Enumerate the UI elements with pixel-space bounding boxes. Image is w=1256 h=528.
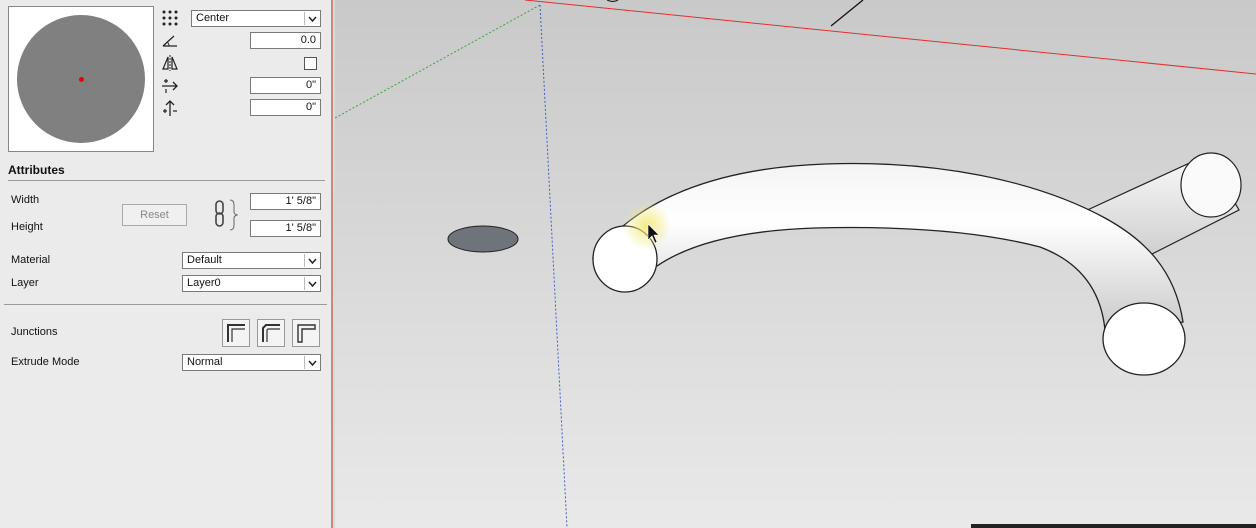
cursor-highlight <box>623 202 671 250</box>
grid-dots-icon <box>162 10 178 26</box>
junction-miter-button[interactable] <box>222 319 250 347</box>
layer-label: Layer <box>11 277 39 289</box>
junctions-divider <box>4 304 327 305</box>
profile-ellipse[interactable] <box>447 225 519 253</box>
path-curve-fragment <box>606 0 619 3</box>
red-axis-line <box>524 0 1256 75</box>
width-input[interactable]: 1' 5/8" <box>250 193 321 210</box>
blue-axis-line <box>539 4 568 528</box>
profile-panel: Center 0.0 0" 0" Attributes Width Height… <box>0 0 333 528</box>
green-axis-line <box>335 4 541 119</box>
link-chain-icon[interactable] <box>212 198 238 232</box>
extrude-mode-value: Normal <box>187 356 223 368</box>
justification-select[interactable]: Center <box>191 10 321 27</box>
junction-butt-button[interactable] <box>292 319 320 347</box>
layer-select[interactable]: Layer0 <box>182 275 321 292</box>
junction-butt-icon <box>297 324 316 343</box>
horizontal-offset-input[interactable]: 0" <box>250 77 321 94</box>
arc-tube-end-cap[interactable] <box>1102 302 1186 376</box>
chevron-down-icon <box>304 277 319 290</box>
junction-miter-icon <box>227 324 245 342</box>
status-strip <box>971 524 1256 528</box>
layer-value: Layer0 <box>187 277 221 289</box>
justification-value: Center <box>196 12 230 24</box>
chevron-down-icon <box>304 12 319 25</box>
arc-tube[interactable] <box>591 162 1184 331</box>
chevron-down-icon <box>304 356 319 369</box>
material-select[interactable]: Default <box>182 252 321 269</box>
rotation-input[interactable]: 0.0 <box>250 32 321 49</box>
scene <box>335 0 1256 528</box>
material-value: Default <box>187 254 222 266</box>
vertical-offset-input[interactable]: 0" <box>250 99 321 116</box>
material-label: Material <box>11 254 51 266</box>
path-line <box>830 0 864 27</box>
extrude-mode-label: Extrude Mode <box>11 356 80 368</box>
height-input[interactable]: 1' 5/8" <box>250 220 321 237</box>
junction-bevel-button[interactable] <box>257 319 285 347</box>
chevron-down-icon <box>304 254 319 267</box>
branch-tube-end-cap[interactable] <box>1180 152 1242 218</box>
horizontal-offset-icon <box>162 79 178 93</box>
junctions-label: Junctions <box>11 326 58 338</box>
modeling-viewport[interactable] <box>335 0 1256 528</box>
angle-icon <box>162 35 177 47</box>
width-label: Width <box>11 194 40 206</box>
height-label: Height <box>11 221 43 233</box>
reset-button[interactable]: Reset <box>122 204 187 226</box>
extrude-mode-select[interactable]: Normal <box>182 354 321 371</box>
mirror-checkbox[interactable] <box>304 57 317 70</box>
junction-bevel-icon <box>262 324 280 342</box>
vertical-offset-icon <box>163 100 177 116</box>
attributes-divider <box>8 180 325 181</box>
profile-preview <box>8 6 154 152</box>
mirror-icon <box>162 55 178 71</box>
origin-point <box>79 77 84 82</box>
attributes-heading: Attributes <box>8 163 65 177</box>
